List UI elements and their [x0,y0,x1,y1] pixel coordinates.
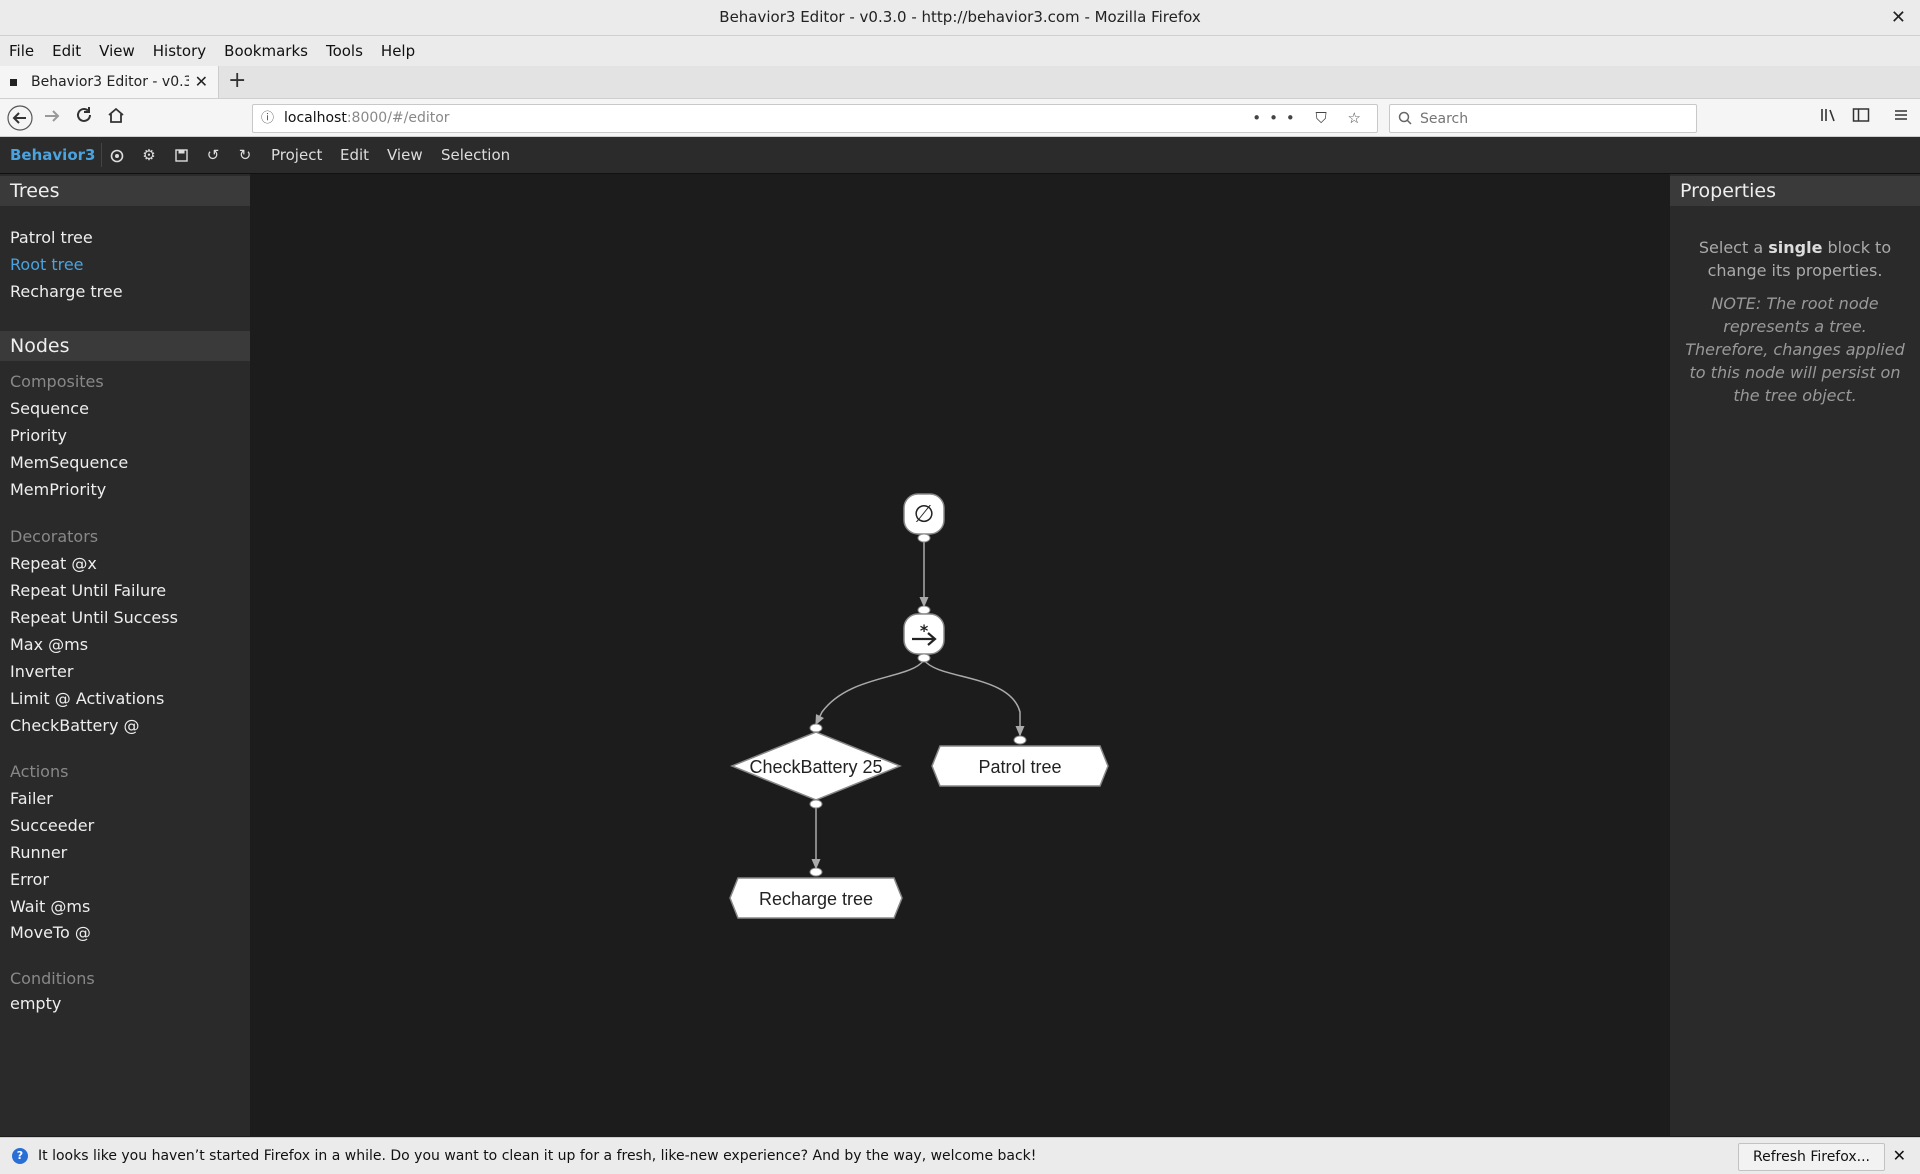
condition-node[interactable]: CheckBattery 25 [730,723,902,809]
refresh-firefox-button[interactable]: Refresh Firefox... [1738,1143,1886,1171]
tab-strip: Behavior3 Editor - v0.3.0 ✕ + [0,66,1920,99]
root-node[interactable]: ∅ [903,493,945,543]
root-node-symbol: ∅ [914,500,935,528]
search-input[interactable] [1418,108,1692,130]
properties-header: Properties [1670,176,1920,206]
tab-label: Behavior3 Editor - v0.3.0 [31,74,189,90]
forward-icon[interactable] [38,104,66,132]
hamburger-menu-icon[interactable] [1888,104,1914,132]
app-toolbar: Behavior3 ⚙ ↺ ↻ Project Edit View Select… [0,137,1920,174]
library-icon[interactable] [1816,104,1842,132]
properties-note: NOTE: The root node represents a tree. T… [1685,294,1905,405]
menu-file[interactable]: File [0,36,43,66]
node-item-limit-activations[interactable]: Limit @ Activations [10,689,164,708]
properties-panel: Properties Select a single block to chan… [1670,174,1920,1136]
node-item-checkbattery[interactable]: CheckBattery @ [10,716,140,735]
node-item-max-ms[interactable]: Max @ms [10,635,88,654]
node-item-sequence[interactable]: Sequence [10,399,89,418]
tree-item-recharge[interactable]: Recharge tree [10,282,123,301]
menu-bookmarks[interactable]: Bookmarks [215,36,317,66]
tree-graph: ∅ * CheckBattery 25 Patrol tree Recharge… [729,493,1109,919]
edge-memseq-patrol [923,659,1025,737]
url-path: :8000/#/editor [346,110,450,126]
settings-gear-icon[interactable]: ⚙ [136,137,162,173]
search-bar[interactable] [1389,104,1697,133]
app-menu-project[interactable]: Project [271,137,322,173]
category-actions: Actions [10,762,69,781]
tab-close-icon[interactable]: ✕ [195,66,208,98]
window-titlebar: Behavior3 Editor - v0.3.0 - http://behav… [0,0,1920,36]
category-conditions: Conditions [10,969,95,988]
node-item-repeat-until-success[interactable]: Repeat Until Success [10,608,178,627]
toolbar-divider [101,143,102,167]
memsequence-node[interactable]: * [903,605,945,663]
app-menu-edit[interactable]: Edit [340,137,369,173]
tree-item-root[interactable]: Root tree [10,255,84,274]
navigation-bar: ⓘ localhost:8000/#/editor ••• ⛉ ☆ [0,99,1920,137]
app-menu-view[interactable]: View [387,137,423,173]
app-menu-selection[interactable]: Selection [441,137,510,173]
node-item-runner[interactable]: Runner [10,843,67,862]
nodes-header: Nodes [0,331,250,361]
category-decorators: Decorators [10,527,99,546]
url-host: localhost [284,110,347,126]
node-item-wait-ms[interactable]: Wait @ms [10,897,90,916]
condition-node-label: CheckBattery 25 [749,757,882,777]
category-composites: Composites [10,372,104,391]
save-icon[interactable] [168,137,194,173]
page-actions-icons[interactable]: ••• ⛉ ☆ [1252,105,1369,132]
memsequence-star: * [920,621,929,640]
favicon-icon [10,79,17,86]
site-info-icon[interactable]: ⓘ [261,105,274,132]
help-icon: ? [12,1148,28,1164]
node-item-priority[interactable]: Priority [10,426,67,445]
node-item-succeeder[interactable]: Succeeder [10,816,94,835]
sidebar-toggle-icon[interactable] [1848,104,1874,132]
target-icon[interactable] [104,137,130,173]
tree-item-patrol[interactable]: Patrol tree [10,228,93,247]
home-icon[interactable] [102,104,130,132]
back-icon[interactable] [6,104,34,132]
app-brand[interactable]: Behavior3 [10,137,95,173]
recharge-subtree-node[interactable]: Recharge tree [729,867,903,919]
editor-canvas[interactable]: ∅ * CheckBattery 25 Patrol tree Recharge… [250,174,1670,1136]
browser-menubar: File Edit View History Bookmarks Tools Help [0,36,1920,66]
recharge-subtree-label: Recharge tree [759,889,873,909]
reload-icon[interactable] [70,104,98,132]
trees-header: Trees [0,176,250,206]
notification-bar: ? It looks like you haven’t started Fire… [0,1137,1920,1174]
edge-memseq-condition [815,659,925,726]
search-icon [1398,105,1412,132]
notification-close-icon[interactable]: ✕ [1893,1138,1906,1174]
browser-tab[interactable]: Behavior3 Editor - v0.3.0 ✕ [0,66,219,98]
node-item-mempriority[interactable]: MemPriority [10,480,106,499]
node-item-memsequence[interactable]: MemSequence [10,453,128,472]
node-item-empty[interactable]: empty [10,994,61,1013]
notification-message: It looks like you haven’t started Firefo… [38,1148,1037,1164]
patrol-subtree-node[interactable]: Patrol tree [931,735,1109,787]
node-item-error[interactable]: Error [10,870,49,889]
node-item-failer[interactable]: Failer [10,789,53,808]
window-title: Behavior3 Editor - v0.3.0 - http://behav… [719,8,1201,26]
node-item-repeat-until-failure[interactable]: Repeat Until Failure [10,581,166,600]
patrol-subtree-label: Patrol tree [978,757,1061,777]
new-tab-icon[interactable]: + [228,66,246,96]
menu-history[interactable]: History [144,36,215,66]
redo-icon[interactable]: ↻ [232,137,258,173]
url-bar[interactable]: ⓘ localhost:8000/#/editor ••• ⛉ ☆ [252,104,1378,133]
node-item-inverter[interactable]: Inverter [10,662,73,681]
properties-message: Select a single block to change its prop… [1698,238,1892,280]
menu-view[interactable]: View [90,36,144,66]
menu-edit[interactable]: Edit [43,36,90,66]
node-item-repeat[interactable]: Repeat @x [10,554,97,573]
window-close-icon[interactable]: ✕ [1891,0,1906,35]
node-item-moveto[interactable]: MoveTo @ [10,923,91,942]
menu-tools[interactable]: Tools [317,36,372,66]
left-sidebar: Trees Patrol tree Root tree Recharge tre… [0,174,250,1136]
undo-icon[interactable]: ↺ [200,137,226,173]
menu-help[interactable]: Help [372,36,424,66]
